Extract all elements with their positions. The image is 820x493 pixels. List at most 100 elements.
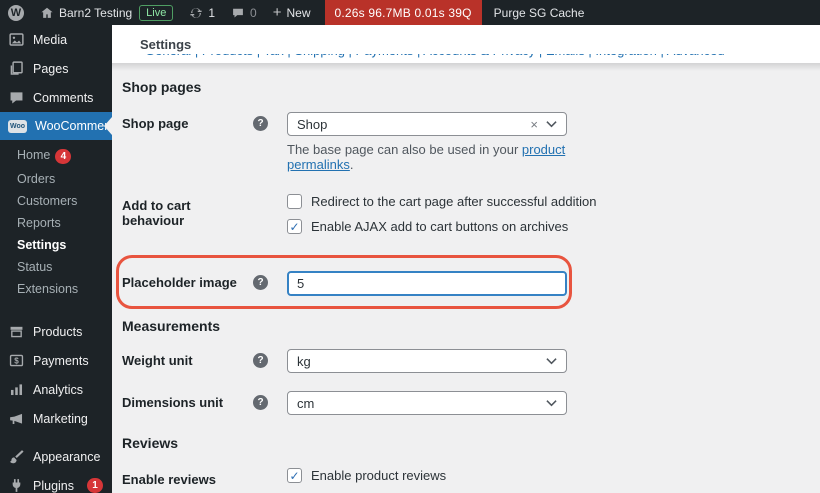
query-monitor-stats[interactable]: 0.26s 96.7MB 0.01s 39Q xyxy=(324,0,482,25)
appearance-icon xyxy=(9,450,24,464)
add-to-cart-row: Add to cart behaviour Redirect to the ca… xyxy=(122,194,800,244)
enable-product-reviews-checkbox[interactable] xyxy=(287,468,302,483)
weight-unit-row: Weight unit kg xyxy=(122,349,800,373)
sidebar-item-pages[interactable]: Pages xyxy=(0,54,112,83)
help-icon[interactable] xyxy=(253,116,268,131)
plugins-count-badge: 1 xyxy=(87,478,103,493)
shop-page-select[interactable]: Shop × xyxy=(287,112,567,136)
helper-prefix: The base page can also be used in your xyxy=(287,142,522,157)
help-icon[interactable] xyxy=(253,353,268,368)
site-link[interactable]: Barn2 Testing Live xyxy=(32,0,181,25)
submenu-item-reports[interactable]: Reports xyxy=(0,212,112,234)
dimensions-unit-field: cm xyxy=(287,391,567,415)
live-badge: Live xyxy=(139,4,174,21)
enable-reviews-row: Enable reviews Enable product reviews Sh… xyxy=(122,468,800,493)
submenu-item-extensions[interactable]: Extensions xyxy=(0,278,112,300)
home-icon xyxy=(41,7,53,18)
redirect-to-cart-checkbox[interactable] xyxy=(287,194,302,209)
helper-suffix: . xyxy=(349,157,354,172)
settings-tabs-clipped: General | Products | Tax | Shipping | Pa… xyxy=(112,54,820,63)
admin-bar: Barn2 Testing Live 1 0 + New 0.26s 96.7M… xyxy=(0,0,820,25)
help-col xyxy=(253,271,273,290)
shop-page-field: Shop × The base page can also be used in… xyxy=(287,112,567,172)
sidebar-item-media[interactable]: Media xyxy=(0,25,112,54)
enable-ajax-checkbox[interactable] xyxy=(287,219,302,234)
sidebar-item-plugins[interactable]: Plugins 1 xyxy=(0,471,112,493)
sidebar-item-products[interactable]: Products xyxy=(0,317,112,346)
submenu-item-status[interactable]: Status xyxy=(0,256,112,278)
perf-stats-text: 0.26s 96.7MB 0.01s 39Q xyxy=(334,5,472,20)
payments-icon: $ xyxy=(9,354,24,367)
help-col xyxy=(253,349,273,368)
redirect-to-cart-option[interactable]: Redirect to the cart page after successf… xyxy=(287,194,596,209)
help-icon[interactable] xyxy=(253,275,268,290)
placeholder-image-label: Placeholder image xyxy=(122,275,237,290)
settings-tabs-text[interactable]: General | Products | Tax | Shipping | Pa… xyxy=(145,54,820,58)
add-to-cart-label: Add to cart behaviour xyxy=(122,198,191,228)
submenu-label: Customers xyxy=(17,194,78,208)
shop-page-helper: The base page can also be used in your p… xyxy=(287,142,567,172)
sidebar-item-label: Appearance xyxy=(33,449,101,464)
new-content-button[interactable]: + New xyxy=(265,0,319,25)
sidebar-item-woocommerce[interactable]: Woo WooCommerce xyxy=(0,112,122,140)
chevron-down-icon xyxy=(546,358,557,365)
weight-unit-select[interactable]: kg xyxy=(287,349,567,373)
enable-reviews-options: Enable product reviews Show "verified ow… xyxy=(287,468,567,493)
section-heading-shop-pages: Shop pages xyxy=(122,79,202,95)
marketing-icon xyxy=(10,413,23,425)
placeholder-image-input[interactable] xyxy=(287,271,567,296)
sidebar-item-payments[interactable]: $ Payments xyxy=(0,346,112,375)
enable-reviews-label: Enable reviews xyxy=(122,472,216,487)
help-col xyxy=(253,112,273,131)
header-shadow xyxy=(112,63,820,71)
shop-page-label: Shop page xyxy=(122,116,189,131)
submenu-label: Home xyxy=(17,148,51,162)
placeholder-image-field xyxy=(287,271,567,296)
sidebar-item-analytics[interactable]: Analytics xyxy=(0,375,112,404)
weight-unit-field: kg xyxy=(287,349,567,373)
comment-count: 0 xyxy=(250,5,257,20)
sidebar-item-label: Pages xyxy=(33,61,69,76)
wordpress-logo-icon xyxy=(8,4,24,21)
submenu-item-orders[interactable]: Orders xyxy=(0,168,112,190)
submenu-item-customers[interactable]: Customers xyxy=(0,190,112,212)
weight-unit-label: Weight unit xyxy=(122,353,193,368)
woocommerce-icon: Woo xyxy=(8,119,27,133)
submenu-item-home[interactable]: Home 4 xyxy=(0,144,112,168)
sidebar-item-label: Plugins xyxy=(33,478,74,493)
comments-icon xyxy=(10,92,23,104)
section-heading-reviews: Reviews xyxy=(122,435,179,451)
submenu-label: Status xyxy=(17,260,53,274)
enable-product-reviews-option[interactable]: Enable product reviews xyxy=(287,468,567,483)
comments-button[interactable]: 0 xyxy=(223,0,265,25)
dimensions-unit-label: Dimensions unit xyxy=(122,395,224,410)
settings-form: Shop pages Shop page Shop × The base pag… xyxy=(112,79,820,493)
submenu-item-settings[interactable]: Settings xyxy=(0,234,112,256)
shop-page-row: Shop page Shop × The base page can also … xyxy=(122,112,800,172)
analytics-icon xyxy=(10,384,23,396)
sidebar-item-label: Analytics xyxy=(33,382,84,397)
dimensions-unit-select[interactable]: cm xyxy=(287,391,567,415)
submenu-label: Orders xyxy=(17,172,56,186)
plugins-icon xyxy=(12,479,21,492)
submenu-label: Extensions xyxy=(17,282,79,296)
submenu-label: Settings xyxy=(17,238,67,252)
home-count-badge: 4 xyxy=(55,149,72,164)
help-col-empty xyxy=(253,468,273,472)
new-label: New xyxy=(286,5,311,20)
sidebar-item-comments[interactable]: Comments xyxy=(0,83,112,112)
enable-ajax-text: Enable AJAX add to cart buttons on archi… xyxy=(311,219,569,234)
clear-selection-icon[interactable]: × xyxy=(530,117,538,132)
updates-button[interactable]: 1 xyxy=(181,0,223,25)
enable-ajax-option[interactable]: Enable AJAX add to cart buttons on archi… xyxy=(287,219,569,234)
content-header: Settings xyxy=(112,25,820,54)
sidebar-item-marketing[interactable]: Marketing xyxy=(0,404,112,433)
products-icon xyxy=(10,326,23,338)
wordpress-menu-button[interactable] xyxy=(0,0,32,25)
purge-cache-label: Purge SG Cache xyxy=(493,5,585,20)
dimensions-unit-row: Dimensions unit cm xyxy=(122,391,800,415)
help-icon[interactable] xyxy=(253,395,268,410)
sidebar-item-appearance[interactable]: Appearance xyxy=(0,442,112,471)
purge-cache-button[interactable]: Purge SG Cache xyxy=(482,0,597,25)
plus-icon: + xyxy=(272,4,282,21)
